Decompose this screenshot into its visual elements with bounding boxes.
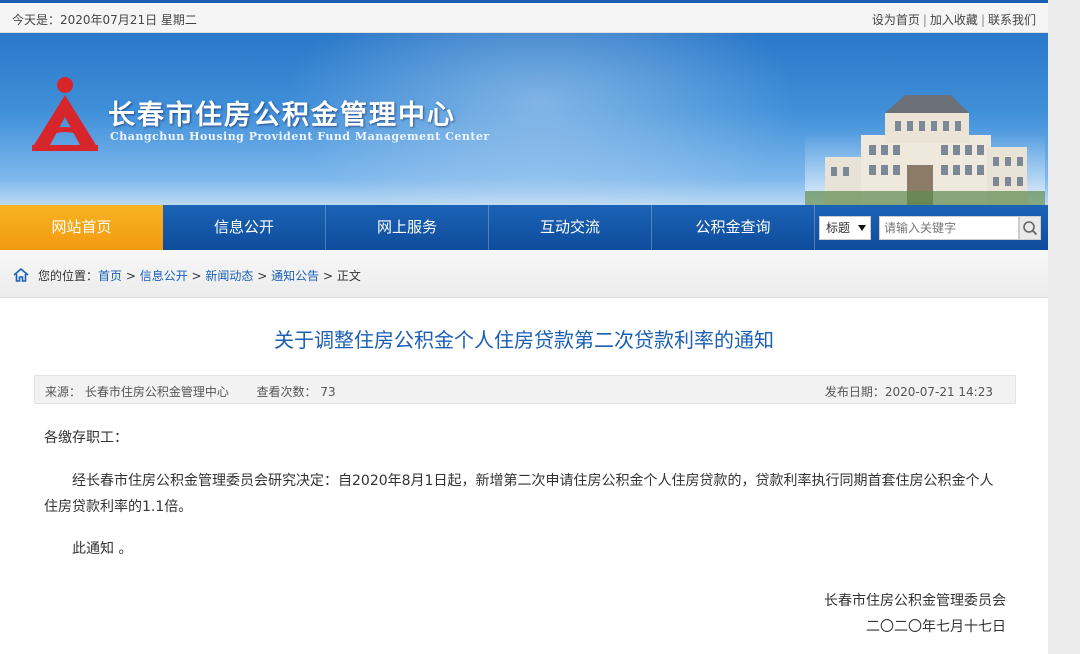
nav-info-disclosure[interactable]: 信息公开	[163, 205, 326, 250]
notice-line: 此通知 。	[72, 541, 133, 557]
views-label: 查看次数：	[256, 385, 317, 399]
views-count: 73	[320, 385, 336, 399]
article-title: 关于调整住房公积金个人住房贷款第二次贷款利率的通知	[274, 328, 774, 352]
search-type-select[interactable]: 标题	[819, 216, 871, 240]
home-icon	[13, 267, 29, 282]
main-nav: 网站首页 信息公开 网上服务 互动交流 公积金查询 标题	[0, 205, 1048, 250]
nav-home[interactable]: 网站首页	[0, 205, 163, 250]
page: 今天是：2020年07月21日 星期二 设为首页 | 加入收藏 | 联系我们 长春市住房…	[0, 0, 1048, 654]
search-icon	[1023, 221, 1038, 236]
search-type-value: 标题	[826, 221, 851, 235]
contact-us-link[interactable]: 联系我们	[988, 13, 1036, 27]
nav-fund-query[interactable]: 公积金查询	[652, 205, 815, 250]
site-title: 长春市住房公积金管理中心	[108, 100, 456, 131]
search-button[interactable]	[1019, 216, 1041, 240]
top-links: 设为首页 | 加入收藏 | 联系我们	[871, 13, 1036, 27]
publish-date-label: 发布日期：	[824, 385, 885, 399]
set-homepage-link[interactable]: 设为首页	[872, 13, 920, 27]
nav-online-service[interactable]: 网上服务	[326, 205, 489, 250]
signer-name: 长春市住房公积金管理委员会	[824, 593, 1006, 609]
search-input[interactable]	[879, 216, 1019, 240]
publish-date: 2020-07-21 14:23	[884, 385, 993, 399]
current-date: 今天是：2020年07月21日 星期二	[12, 13, 197, 27]
breadcrumb-home[interactable]: 首页	[98, 269, 122, 283]
site-banner: 长春市住房公积金管理中心 Changchun Housing Provident…	[0, 33, 1048, 205]
site-title-english: Changchun Housing Provident Fund Managem…	[110, 130, 490, 143]
breadcrumb-info-disclosure[interactable]: 信息公开	[140, 269, 188, 283]
building-image	[805, 95, 1045, 205]
breadcrumb-current: 正文	[336, 269, 361, 283]
article-body: 各缴存职工： 经长春市住房公积金管理委员会研究决定：自2020年8月1日起，新增…	[44, 425, 1004, 562]
article-paragraph: 经长春市住房公积金管理委员会研究决定：自2020年8月1日起，新增第二次申请住房…	[44, 473, 994, 515]
source-value: 长春市住房公积金管理中心	[84, 385, 229, 399]
signature-block: 长春市住房公积金管理委员会 二〇二〇年七月十七日	[824, 588, 1006, 640]
provident-fund-logo-icon[interactable]	[30, 75, 100, 153]
nav-interaction[interactable]: 互动交流	[489, 205, 652, 250]
greeting: 各缴存职工：	[44, 430, 128, 446]
chevron-down-icon	[858, 225, 866, 231]
breadcrumb-notices[interactable]: 通知公告	[271, 269, 319, 283]
top-bar: 今天是：2020年07月21日 星期二 设为首页 | 加入收藏 | 联系我们	[0, 0, 1048, 33]
source-label: 来源：	[45, 385, 82, 399]
right-gutter	[1048, 0, 1080, 654]
add-favorite-link[interactable]: 加入收藏	[930, 13, 978, 27]
breadcrumb-news[interactable]: 新闻动态	[205, 269, 253, 283]
breadcrumb-prefix: 您的位置：	[38, 269, 99, 283]
breadcrumb: 您的位置：首页 > 信息公开 > 新闻动态 > 通知公告 > 正文	[0, 250, 1048, 298]
article-meta: 来源： 长春市住房公积金管理中心 查看次数： 73 发布日期：2020-07-2…	[34, 375, 1016, 404]
sign-date: 二〇二〇年七月十七日	[866, 619, 1006, 635]
